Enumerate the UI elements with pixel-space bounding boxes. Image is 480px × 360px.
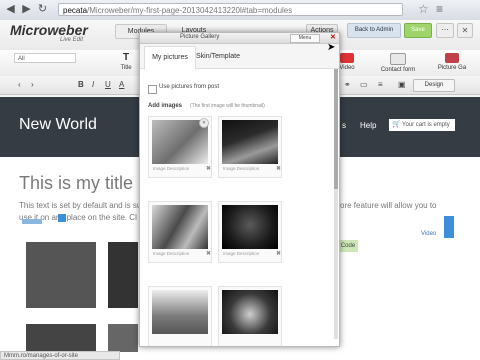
video-icon [340,53,354,63]
link-icon[interactable]: ⚭ [344,80,351,89]
url-host: pecata [63,6,88,15]
gallery-image-item[interactable] [218,286,282,346]
image-caption[interactable]: Image Description [153,166,189,171]
image-5-picture [152,290,208,334]
modal-scrollbar-thumb[interactable] [334,69,338,189]
tab-skin-template[interactable]: Skin/Template [196,46,240,68]
menu-wrench-icon[interactable]: ≡ [436,2,443,16]
use-post-pictures-label: Use pictures from post [159,84,220,90]
image-caption[interactable]: Image Description [223,251,259,256]
add-images-hint: (The first image will be thumbnail) [190,103,265,109]
video-link[interactable]: Video [421,231,436,237]
image-4-picture [222,205,278,249]
drag-handle[interactable] [22,219,42,224]
redo-icon[interactable]: › [31,80,34,89]
back-arrow-icon[interactable]: ◀ [4,3,17,16]
module-video-label: Video [339,65,355,71]
undo-icon[interactable]: ‹ [18,80,21,89]
bookmark-star-icon[interactable]: ☆ [418,2,429,16]
image-caption[interactable]: Image Description [153,251,189,256]
screen: ◀ ▶ ↻ pecata/Microweber/my-first-page-20… [0,0,480,360]
image-3-picture [152,205,208,249]
bold-button[interactable]: B [78,80,84,89]
module-title[interactable]: T Title [113,52,139,72]
use-post-pictures-checkbox[interactable] [148,85,157,94]
element-handle-icon[interactable] [58,214,66,222]
category-select[interactable]: All [14,53,76,63]
reload-icon[interactable]: ↻ [36,3,49,16]
modal-title: Picture Gallery [180,34,220,40]
modal-menu-button[interactable]: Menu [290,34,320,43]
image-2-picture [222,120,278,164]
gallery-thumb-2[interactable] [108,242,138,308]
more-options-button[interactable]: ⋯ [436,23,454,38]
title-icon: T [122,52,130,63]
contact-form-icon [390,53,406,65]
microweber-logo: Microweber [10,22,88,38]
remove-image-icon[interactable]: ✕ [199,118,209,128]
browser-chrome: ◀ ▶ ↻ pecata/Microweber/my-first-page-20… [0,0,480,21]
list-icon[interactable]: ≡ [378,80,383,89]
save-button[interactable]: Save [404,23,432,38]
nav-item-partial[interactable]: s [342,121,346,130]
gallery-thumb-3[interactable] [26,324,96,352]
paragraph-right[interactable]: ore feature will allow you to [340,201,437,210]
move-arrows-icon[interactable] [444,216,454,238]
gallery-thumb-1[interactable] [26,242,96,308]
image-icon[interactable]: ▣ [398,80,406,89]
delete-image-icon[interactable]: ✖ [276,250,281,257]
cart-icon: 🛒 [392,121,401,128]
delete-image-icon[interactable]: ✖ [206,250,211,257]
close-icon[interactable]: ✕ [330,33,336,41]
gallery-image-item[interactable]: Image Description ✖ [148,201,212,263]
close-editor-button[interactable]: ✕ [457,23,473,38]
address-bar[interactable]: pecata/Microweber/my-first-page-20130424… [58,3,403,16]
gallery-image-item[interactable]: Image Description ✖ [218,201,282,263]
image-caption[interactable]: Image Description [223,166,259,171]
module-contact-form-label: Contact form [380,67,416,73]
picture-gallery-icon [445,53,459,63]
back-to-admin-button[interactable]: Back to Admin [347,23,401,38]
browser-status-bar: Mmm.ro/manages-of-or-site [0,351,120,360]
gallery-image-item[interactable]: ✕ Image Description ✖ [148,116,212,178]
delete-image-icon[interactable]: ✖ [206,165,211,172]
image-6-picture [222,290,278,334]
logo-subtitle: Live Edit [60,37,84,43]
gallery-thumb-4[interactable] [108,324,138,352]
page-heading[interactable]: This is my title [19,173,133,194]
underline-button[interactable]: U [105,80,111,89]
font-color-button[interactable]: A [119,80,124,89]
code-chip[interactable]: Code [338,240,358,252]
gallery-image-item[interactable] [148,286,212,346]
url-path: /Microweber/my-first-page-2013042413220l… [87,6,293,15]
module-title-label: Title [120,65,132,71]
delete-image-icon[interactable]: ✖ [276,165,281,172]
module-picture-gallery[interactable]: Picture Ga [432,53,472,71]
gallery-image-item[interactable]: Image Description ✖ [218,116,282,178]
embed-icon[interactable]: ▭ [360,80,368,89]
nav-item-help[interactable]: Help [360,121,376,130]
italic-button[interactable]: I [92,80,94,89]
module-contact-form[interactable]: Contact form [378,53,418,73]
module-picture-gallery-label: Picture Ga [437,65,467,71]
site-title[interactable]: New World [19,116,97,134]
paragraph-line-1[interactable]: This text is set by default and is su [19,201,141,210]
design-button[interactable]: Design [413,79,455,92]
mouse-cursor-icon: ➤ [327,42,336,53]
forward-arrow-icon[interactable]: ▶ [20,3,33,16]
picture-gallery-modal: Picture Gallery Menu ✕ My pictures Skin/… [139,32,340,347]
add-images-label[interactable]: Add images [148,103,182,109]
tab-my-pictures[interactable]: My pictures [144,46,196,70]
